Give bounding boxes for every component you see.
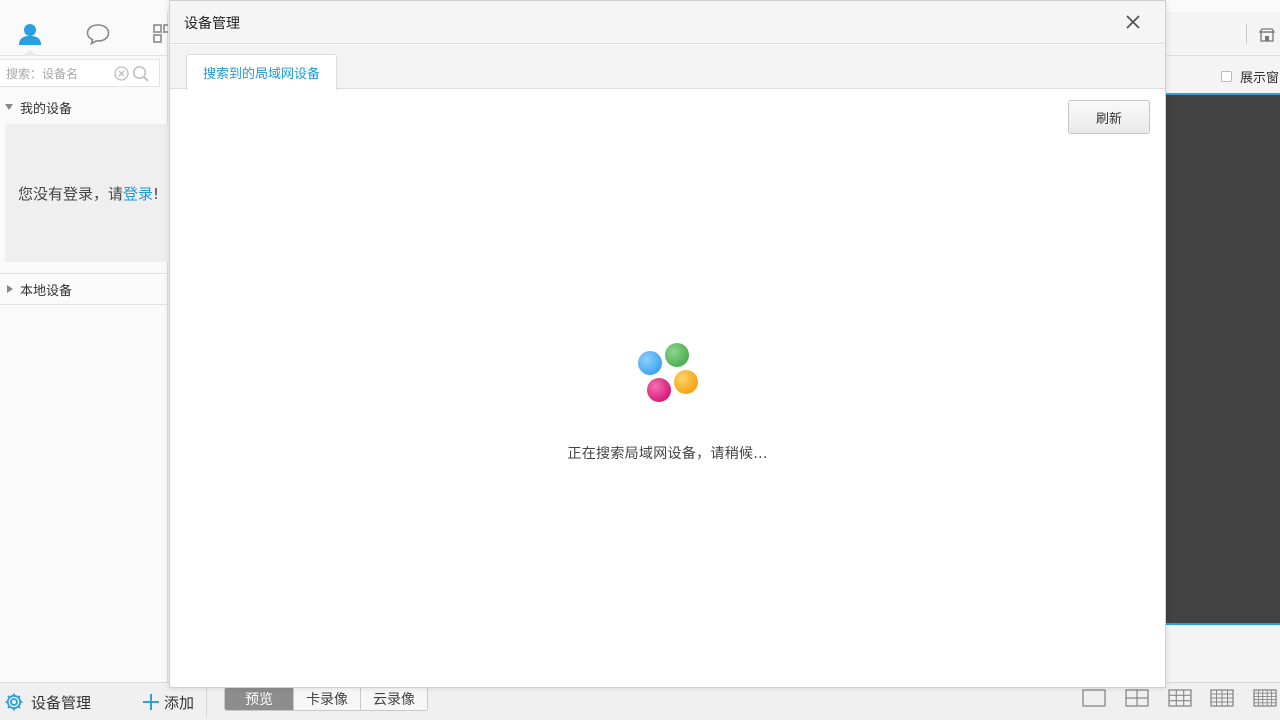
tab-preview[interactable]: 预览: [225, 688, 294, 710]
loading-spinner-icon: [638, 343, 698, 402]
3x3-layout-icon[interactable]: [1168, 689, 1192, 707]
plus-icon: [143, 694, 159, 710]
group-local-devices[interactable]: 本地设备: [0, 273, 168, 305]
video-preview-area[interactable]: [1166, 93, 1280, 625]
view-mode-tabs: 预览 卡录像 云录像: [224, 687, 428, 711]
store-icon[interactable]: [1259, 28, 1275, 42]
login-link[interactable]: 登录: [123, 185, 153, 203]
refresh-button[interactable]: 刷新: [1068, 100, 1150, 134]
chat-bubble-icon: [86, 24, 110, 45]
4x4-layout-icon[interactable]: [1210, 689, 1234, 707]
tab-apps[interactable]: [142, 12, 168, 56]
tab-card-recording[interactable]: 卡录像: [294, 688, 361, 710]
1x1-layout-icon[interactable]: [1082, 689, 1106, 707]
expand-arrow-icon: [5, 104, 13, 110]
group-label: 我的设备: [20, 101, 73, 117]
show-window-label: 展示窗: [1240, 71, 1280, 86]
search-box: [0, 59, 160, 87]
dialog-tabbar: 搜索到的局域网设备: [170, 45, 1165, 90]
sidebar: 我的设备 您没有登录，请登录! 本地设备: [0, 12, 168, 682]
add-label: 添加: [164, 693, 195, 712]
clear-icon[interactable]: [114, 66, 129, 81]
device-management-label: 设备管理: [31, 693, 92, 712]
dialog-title: 设备管理: [184, 16, 240, 32]
spinner-dot-green: [665, 343, 689, 367]
add-device-button[interactable]: 添加: [142, 691, 194, 713]
group-label: 本地设备: [20, 283, 73, 299]
tab-lan-devices[interactable]: 搜索到的局域网设备: [186, 54, 338, 90]
active-tab-caret: [23, 50, 37, 56]
search-icon[interactable]: [132, 65, 150, 83]
tab-cloud-recording[interactable]: 云录像: [361, 688, 427, 710]
search-input[interactable]: [6, 64, 110, 84]
5x5-layout-icon[interactable]: [1253, 689, 1277, 707]
user-icon: [19, 24, 41, 45]
login-panel: 您没有登录，请登录!: [5, 124, 168, 262]
login-suffix: !: [153, 185, 160, 203]
collapse-arrow-icon: [7, 285, 13, 293]
close-icon[interactable]: [1123, 12, 1143, 32]
show-window-checkbox[interactable]: [1221, 71, 1232, 82]
dialog-titlebar: 设备管理: [170, 1, 1165, 44]
tab-messages[interactable]: [74, 12, 122, 56]
login-prefix: 您没有登录，请: [18, 185, 124, 203]
toolbar-divider: [1246, 24, 1247, 44]
sidebar-tabs: [0, 12, 168, 56]
grid-icon: [153, 24, 168, 43]
spinner-dot-yellow: [674, 370, 698, 394]
bottom-divider: [206, 687, 207, 717]
2x2-layout-icon[interactable]: [1125, 689, 1149, 707]
device-management-button[interactable]: 设备管理: [4, 691, 91, 713]
show-window-toggle[interactable]: 展示窗: [1221, 67, 1279, 86]
device-management-dialog: 设备管理 搜索到的局域网设备 刷新 正在搜索局域网设备，请稍候...: [169, 0, 1166, 688]
group-my-devices[interactable]: 我的设备: [0, 91, 168, 123]
gear-icon: [5, 693, 23, 711]
spinner-dot-blue: [638, 351, 662, 375]
spinner-dot-pink: [647, 378, 671, 402]
loading-message: 正在搜索局域网设备，请稍候...: [567, 446, 768, 462]
login-message: 您没有登录，请登录!: [18, 183, 159, 204]
